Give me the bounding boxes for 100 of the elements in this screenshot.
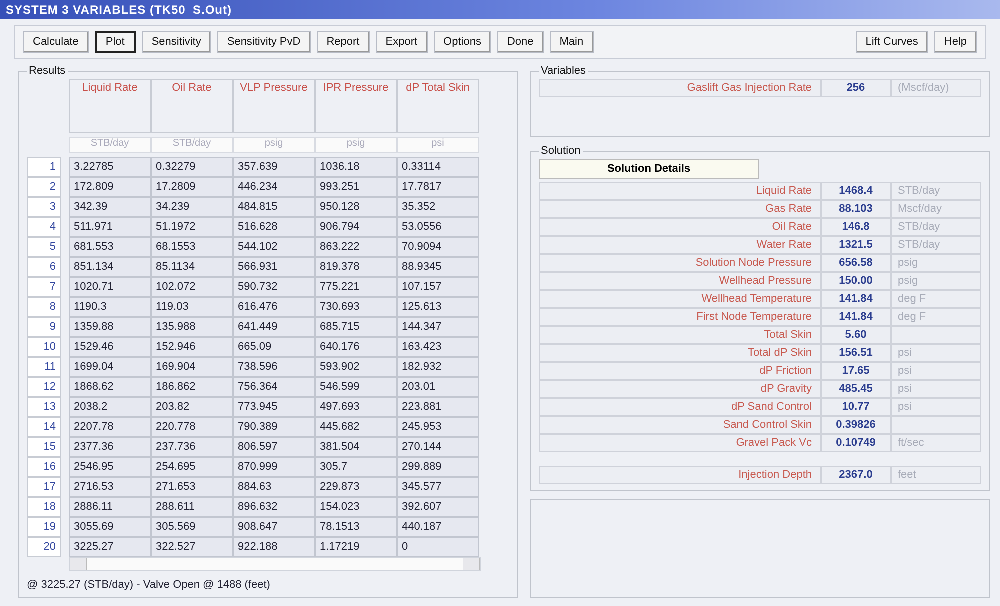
toolbar-button[interactable]: Export [376,31,428,53]
field-label: Sand Control Skin [539,416,821,434]
column-header: Liquid Rate [69,79,151,133]
group-title: Results [28,65,67,77]
scrollbar[interactable] [69,557,481,571]
table-cell: 593.902 [315,357,397,377]
value-cell: 656.58 [821,254,891,272]
table-cell: 2207.78 [69,417,151,437]
table-cell: 271.653 [151,477,233,497]
table-cell: 1036.18 [315,157,397,177]
unit-cell: psi [891,362,981,380]
unit-cell: psig [315,137,397,153]
table-cell: 186.862 [151,377,233,397]
table-cell: 446.234 [233,177,315,197]
solution-details-button[interactable]: Solution Details [539,159,759,179]
table-cell: 125.613 [397,297,479,317]
table-cell: 245.953 [397,417,479,437]
table-cell: 590.732 [233,277,315,297]
column-header: dP Total Skin [397,79,479,133]
table-cell: 1359.88 [69,317,151,337]
toolbar-button[interactable]: Main [550,31,594,53]
table-cell: 1020.71 [69,277,151,297]
field-label: Gravel Pack Vc [539,434,821,452]
value-cell: 1468.4 [821,182,891,200]
toolbar-button[interactable]: Calculate [23,31,89,53]
value-cell: 256 [821,79,891,97]
row-number: 9 [27,317,61,337]
toolbar-button[interactable]: Report [316,31,370,53]
status-text: @ 3225.27 (STB/day) - Valve Open @ 1488 (feet) [27,579,272,591]
field-label: Injection Depth [539,466,821,484]
row-number: 20 [27,537,61,557]
table-cell: 440.187 [397,517,479,537]
value-cell: 5.60 [821,326,891,344]
unit-cell: deg F [891,308,981,326]
unit-cell: STB/day [891,236,981,254]
field-label: Wellhead Temperature [539,290,821,308]
table-cell: 616.476 [233,297,315,317]
row-number: 19 [27,517,61,537]
group-title: Variables [540,65,588,77]
table-cell: 2546.95 [69,457,151,477]
toolbar-button[interactable]: Lift Curves [856,31,928,53]
row-number: 6 [27,257,61,277]
table-cell: 203.01 [397,377,479,397]
table-cell: 3055.69 [69,517,151,537]
table-cell: 896.632 [233,497,315,517]
unit-cell: psig [891,272,981,290]
table-cell: 172.809 [69,177,151,197]
toolbar-button[interactable]: Options [434,31,492,53]
table-cell: 35.352 [397,197,479,217]
table-cell: 863.222 [315,237,397,257]
table-cell: 1699.04 [69,357,151,377]
table-cell: 756.364 [233,377,315,397]
table-cell: 270.144 [397,437,479,457]
table-cell: 0.33114 [397,157,479,177]
value-cell: 2367.0 [821,466,891,484]
table-cell: 870.999 [233,457,315,477]
table-cell: 0.32279 [151,157,233,177]
row-number: 12 [27,377,61,397]
group-title: Solution [540,145,582,157]
toolbar-button[interactable]: Sensitivity PvD [217,31,311,53]
table-cell: 922.188 [233,537,315,557]
table-cell: 357.639 [233,157,315,177]
unit-cell: psi [891,344,981,362]
toolbar-button[interactable]: Done [497,31,544,53]
row-number: 13 [27,397,61,417]
table-cell: 51.1972 [151,217,233,237]
table-cell: 906.794 [315,217,397,237]
table-cell: 345.577 [397,477,479,497]
table-cell: 229.873 [315,477,397,497]
unit-cell: STB/day [891,218,981,236]
table-cell: 163.423 [397,337,479,357]
table-cell: 305.7 [315,457,397,477]
table-cell: 299.889 [397,457,479,477]
unit-cell: deg F [891,290,981,308]
toolbar-button[interactable]: Sensitivity [142,31,212,53]
table-cell: 152.946 [151,337,233,357]
table-cell: 203.82 [151,397,233,417]
value-cell: 10.77 [821,398,891,416]
row-number: 8 [27,297,61,317]
table-cell: 1190.3 [69,297,151,317]
table-cell: 17.7817 [397,177,479,197]
value-cell: 146.8 [821,218,891,236]
unit-cell: STB/day [69,137,151,153]
toolbar-button[interactable]: Help [934,31,977,53]
table-cell: 3225.27 [69,537,151,557]
unit-cell: (Mscf/day) [891,79,981,97]
table-cell: 884.63 [233,477,315,497]
table-cell: 484.815 [233,197,315,217]
value-cell: 156.51 [821,344,891,362]
value-cell: 0.39826 [821,416,891,434]
field-label: Solution Node Pressure [539,254,821,272]
toolbar-button[interactable]: Plot [94,31,136,53]
table-cell: 223.881 [397,397,479,417]
field-label: Gaslift Gas Injection Rate [539,79,821,97]
table-cell: 53.0556 [397,217,479,237]
table-cell: 851.134 [69,257,151,277]
row-number: 4 [27,217,61,237]
unit-cell: feet [891,466,981,484]
table-cell: 288.611 [151,497,233,517]
window-title: SYSTEM 3 VARIABLES (TK50_S.Out) [0,0,1000,19]
